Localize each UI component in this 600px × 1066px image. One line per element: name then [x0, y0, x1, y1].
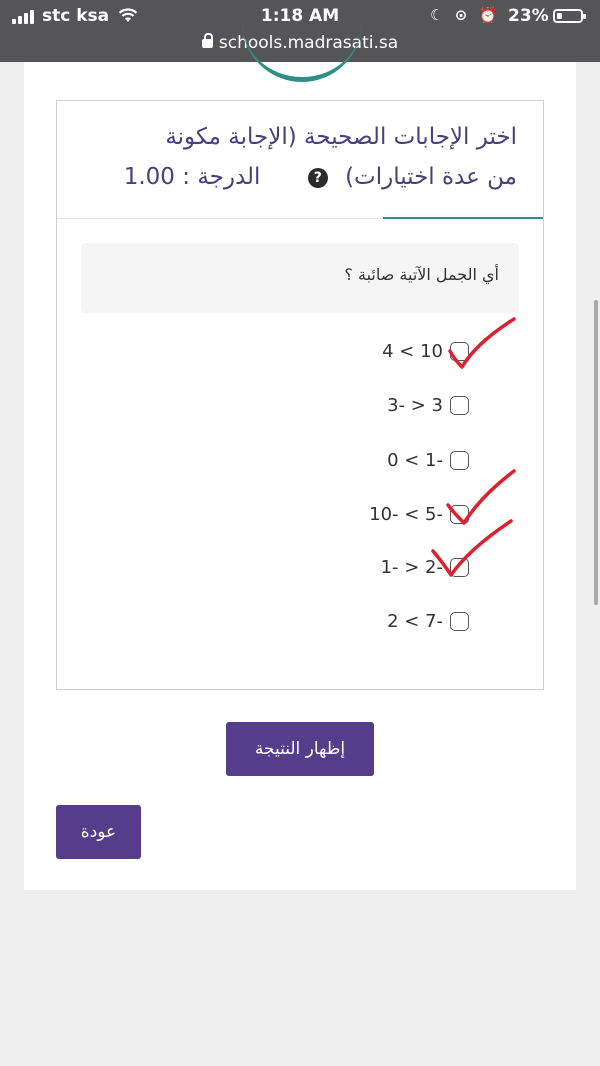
moon-icon: ☾ — [430, 6, 444, 24]
question-title-line1: اختر الإجابات الصحيحة (الإجابة مكونة — [165, 124, 517, 150]
show-result-button[interactable]: إظهار النتيجة — [226, 722, 374, 776]
answer-checkbox[interactable] — [450, 396, 469, 415]
back-button[interactable]: عودة — [56, 805, 141, 859]
battery-icon — [553, 9, 586, 23]
lock-icon — [201, 33, 213, 48]
page-content: اختر الإجابات الصحيحة (الإجابة مكونة من … — [24, 62, 576, 890]
battery-percent: 23% — [508, 6, 549, 26]
alarm-icon: ⏰ — [478, 6, 498, 24]
question-panel: اختر الإجابات الصحيحة (الإجابة مكونة من … — [56, 100, 544, 690]
question-grade: الدرجة : 1.00 — [123, 164, 261, 190]
red-check-annotation — [431, 519, 513, 577]
answer-option-label: 2 < 7- — [387, 611, 443, 632]
question-title: اختر الإجابات الصحيحة (الإجابة مكونة من … — [77, 117, 517, 197]
help-icon[interactable]: ? — [307, 167, 328, 188]
question-prompt: أي الجمل الآتية صائبة ؟ — [81, 243, 519, 313]
orientation-lock-icon: ⊙ — [454, 6, 468, 24]
answer-option-label: 0 < 1- — [387, 450, 443, 471]
scrollbar[interactable] — [594, 300, 598, 605]
logo-arc — [242, 22, 362, 82]
answer-option[interactable]: 2 < 7- — [357, 608, 477, 638]
answer-checkbox[interactable] — [450, 612, 469, 631]
red-check-annotation — [448, 317, 516, 369]
answer-option-label: 4 < 10 — [382, 341, 443, 362]
answer-option-label: 3- > 3 — [387, 395, 443, 416]
answer-option[interactable]: 3- > 3 — [357, 392, 477, 422]
question-prompt-text: أي الجمل الآتية صائبة ؟ — [344, 265, 499, 284]
title-accent-underline — [383, 217, 543, 219]
question-title-line2: من عدة اختيارات) — [345, 164, 517, 190]
